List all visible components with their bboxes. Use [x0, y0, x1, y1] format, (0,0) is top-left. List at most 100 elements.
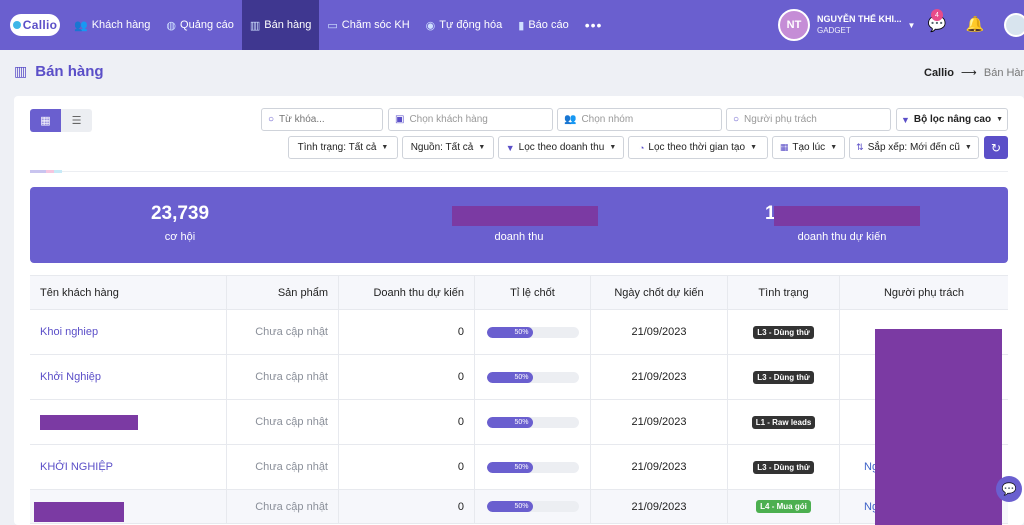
breadcrumb-current: Bán Hàng [983, 67, 1024, 79]
contact-card-icon: ▣ [395, 114, 405, 125]
user-name: NGUYỄN THẾ KHI... [817, 14, 902, 24]
chevron-down-icon: ▼ [996, 116, 1004, 123]
column-header-customer[interactable]: Tên khách hàng [30, 276, 227, 309]
table-row[interactable]: KHỞI NGHIỆP Chưa cập nhật 0 50% 21/09/20… [30, 445, 1008, 490]
chevron-down-icon: ▼ [478, 144, 486, 151]
opportunities-table: Tên khách hàng Sản phẩm Doanh thu dự kiế… [30, 275, 1008, 524]
product-cell: Chưa cập nhật [227, 490, 339, 523]
building-icon: ▥ [14, 63, 28, 79]
users-icon: 👥 [564, 114, 577, 125]
nav-more-button[interactable]: ••• [577, 0, 611, 50]
created-at-dropdown[interactable]: ▦ Tạo lúc ▼ [772, 136, 845, 159]
column-header-close-date[interactable]: Ngày chốt dự kiến [591, 276, 728, 309]
revenue-cell: 0 [339, 310, 475, 354]
column-header-owner[interactable]: Người phụ trách [840, 276, 1008, 309]
created-at-label: Tạo lúc [792, 142, 826, 153]
table-row[interactable]: Chưa cập nhật 0 50% 21/09/2023 L1 - Raw … [30, 400, 1008, 445]
table-row[interactable]: Khởi Nghiệp Chưa cập nhật 0 50% 21/09/20… [30, 355, 1008, 400]
logo-text: Callio [22, 18, 58, 32]
close-date-cell: 21/09/2023 [591, 400, 728, 444]
grid-view-button[interactable]: ▦ [30, 109, 61, 132]
revenue-cell: 0 [339, 445, 475, 489]
refresh-icon: ↻ [990, 140, 1002, 155]
column-header-status[interactable]: Tình trạng [728, 276, 840, 309]
customer-name-link[interactable]: KHỞI NGHIỆP [40, 461, 113, 473]
nav-item-customer-care[interactable]: ▭ Chăm sóc KH [319, 0, 417, 50]
revenue-filter-dropdown[interactable]: ▼ Lọc theo doanh thu ▼ [498, 136, 624, 159]
chevron-down-icon: ▼ [907, 20, 916, 30]
nav-item-ads[interactable]: ◍ Quảng cáo [158, 0, 241, 50]
customer-name-link[interactable]: Khởi Nghiệp [40, 371, 101, 383]
group-select-placeholder: Chọn nhóm [581, 114, 634, 125]
user-info: NGUYỄN THẾ KHI... GADGET [817, 14, 902, 36]
nav-item-label: Tự động hóa [439, 19, 503, 31]
progress-label: 50% [514, 418, 529, 426]
close-rate-cell: 50% [475, 400, 591, 444]
keyword-input[interactable] [279, 114, 370, 125]
table-row[interactable]: Khoi nghiep Chưa cập nhật 0 50% 21/09/20… [30, 310, 1008, 355]
chevron-down-icon: ▼ [609, 144, 617, 151]
customer-select-placeholder: Chọn khách hàng [409, 114, 488, 125]
nav-item-reports[interactable]: ▮ Báo cáo [510, 0, 576, 50]
main-nav: 👥 Khách hàng ◍ Quảng cáo ▥ Bán hàng ▭ Ch… [66, 0, 610, 50]
status-filter-dropdown[interactable]: Tình trạng: Tất cả ▼ [288, 136, 398, 159]
advanced-filter-label: Bộ lọc nâng cao [913, 114, 992, 125]
column-header-product[interactable]: Sản phẩm [227, 276, 339, 309]
revenue-cell: 0 [339, 400, 475, 444]
customer-cell: KHỞI NGHIỆP [30, 445, 227, 489]
table-row[interactable]: Chưa cập nhật 0 50% 21/09/2023 L4 - Mua … [30, 490, 1008, 524]
customer-cell: Khoi nghiep [30, 310, 227, 354]
robot-icon: ◉ [425, 19, 436, 32]
progress-label: 50% [514, 373, 529, 381]
source-filter-dropdown[interactable]: Nguồn: Tất cả ▼ [402, 136, 494, 159]
globe-icon: ◍ [166, 19, 177, 32]
breadcrumb: Callio ⟶ Bán Hàng [924, 66, 1024, 79]
user-menu[interactable]: NT NGUYỄN THẾ KHI... GADGET ▼ [778, 9, 915, 41]
redaction-block [452, 206, 598, 226]
redaction-block [774, 206, 920, 226]
advanced-filter-button[interactable]: ▼ Bộ lọc nâng cao ▼ [896, 108, 1008, 131]
arrow-right-icon: ⟶ [961, 67, 977, 79]
column-header-expected-revenue[interactable]: Doanh thu dự kiến [339, 276, 475, 309]
chevron-down-icon: ▼ [830, 144, 838, 151]
sort-dropdown[interactable]: ⇅ Sắp xếp: Mới đến cũ ▼ [849, 136, 979, 159]
nav-item-label: Quảng cáo [180, 19, 234, 31]
building-icon: ▥ [249, 19, 261, 32]
stat-label: doanh thu dự kiến [797, 231, 887, 243]
sort-icon: ⇅ [856, 142, 864, 152]
chat-support-button[interactable]: 💬 [996, 476, 1022, 502]
page-title: ▥ Bán hàng [14, 63, 104, 80]
created-time-filter-dropdown[interactable]: ◔ Lọc theo thời gian tạo ▼ [628, 136, 768, 159]
column-header-close-rate[interactable]: Tỉ lệ chốt [475, 276, 591, 309]
status-badge: L3 - Dùng thử [753, 325, 814, 339]
nav-item-label: Khách hàng [91, 19, 151, 31]
stat-opportunities: 23,739 cơ hội [30, 203, 330, 243]
product-cell: Chưa cập nhật [227, 310, 339, 354]
status-cell: L3 - Dùng thử [728, 355, 840, 399]
owner-select[interactable]: ○ Người phụ trách [726, 108, 891, 131]
close-date-cell: 21/09/2023 [591, 310, 728, 354]
nav-item-customers[interactable]: 👥 Khách hàng [66, 0, 158, 50]
bell-icon[interactable]: 🔔 [964, 13, 986, 35]
logo-badge: Callio [10, 14, 60, 36]
nav-item-label: Chăm sóc KH [341, 19, 410, 31]
revenue-cell: 0 [339, 490, 475, 523]
group-select[interactable]: 👥 Chọn nhóm [557, 108, 722, 131]
divider-accent [30, 170, 62, 173]
nav-item-sales[interactable]: ▥ Bán hàng [241, 0, 320, 50]
list-view-button[interactable]: ☰ [61, 109, 92, 132]
user-org: GADGET [817, 26, 851, 35]
breadcrumb-home[interactable]: Callio [924, 67, 954, 79]
nav-item-automation[interactable]: ◉ Tự động hóa [418, 0, 511, 50]
secondary-avatar[interactable] [1004, 13, 1024, 37]
close-date-cell: 21/09/2023 [591, 490, 728, 523]
refresh-button[interactable]: ↻ [984, 136, 1008, 159]
users-icon: 👥 [74, 19, 88, 32]
nav-item-label: Bán hàng [264, 19, 312, 31]
brand-logo[interactable]: Callio [0, 0, 66, 50]
close-rate-progress: 50% [486, 416, 579, 428]
customer-select[interactable]: ▣ Chọn khách hàng [388, 108, 553, 131]
product-cell: Chưa cập nhật [227, 445, 339, 489]
customer-name-link[interactable]: Khoi nghiep [40, 326, 98, 338]
keyword-search-field[interactable]: ○ [261, 108, 383, 131]
